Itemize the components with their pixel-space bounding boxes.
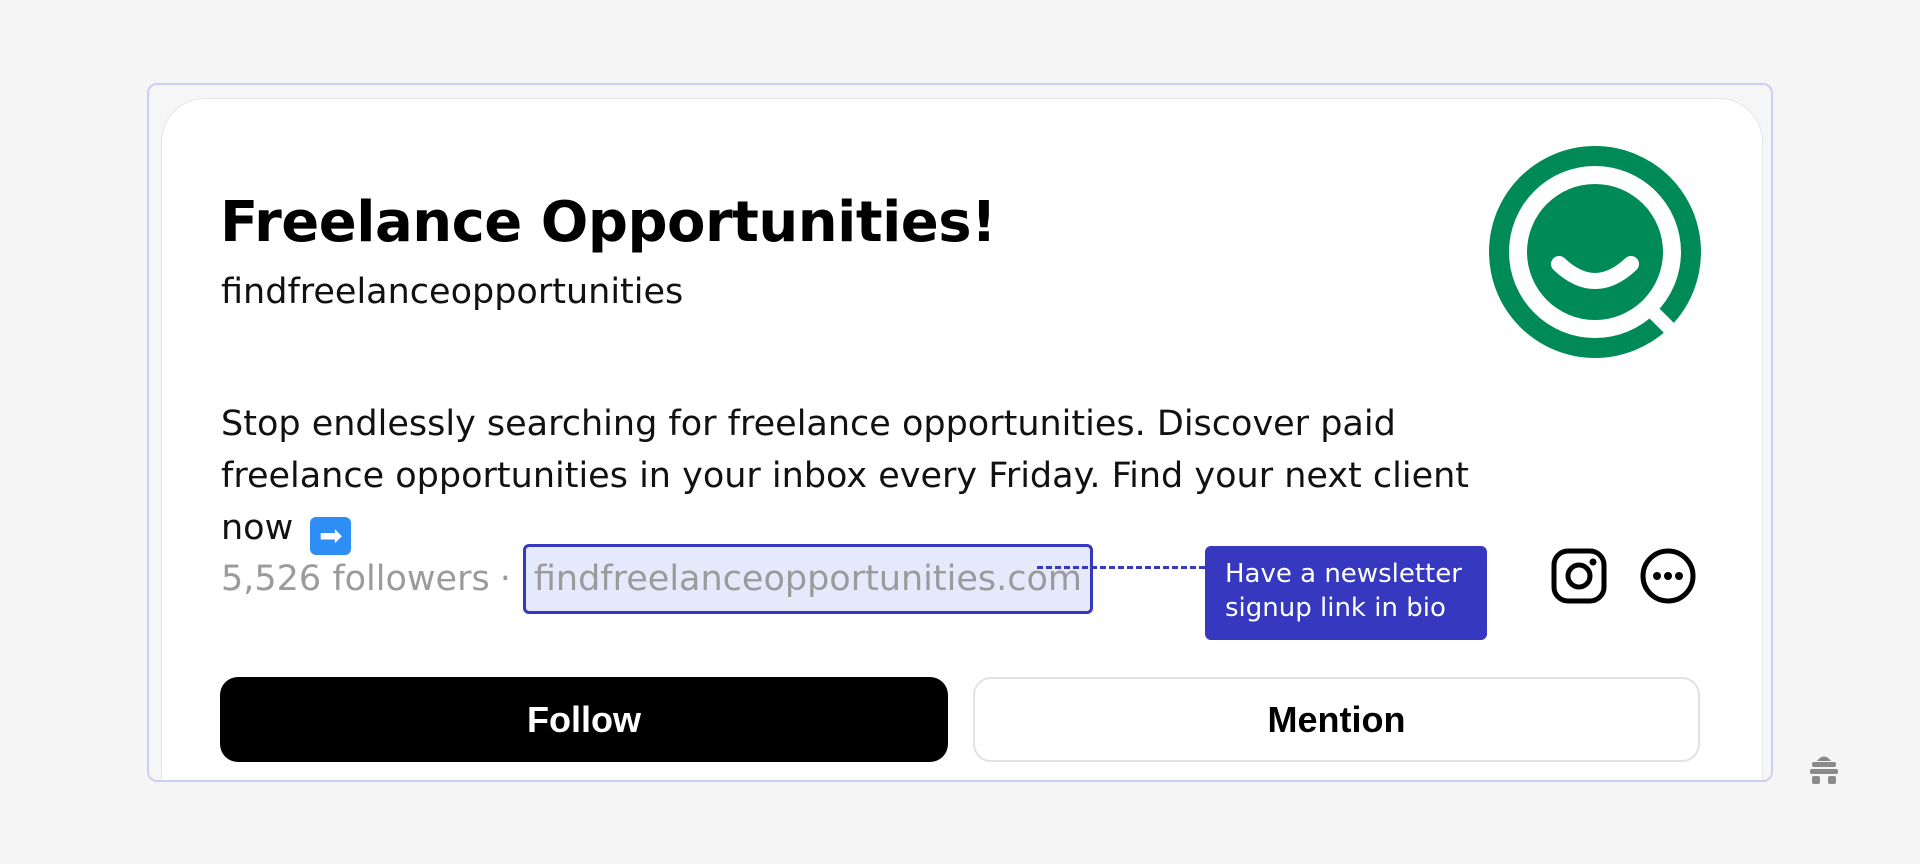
profile-bio: Stop endlessly searching for freelance o… <box>221 398 1521 555</box>
annotation-callout: Have a newsletter signup link in bio <box>1205 546 1487 640</box>
meta-separator: · <box>499 559 511 599</box>
profile-display-name: Freelance Opportunities! <box>220 190 997 255</box>
follow-button[interactable]: Follow <box>220 677 948 762</box>
mention-button[interactable]: Mention <box>973 677 1700 762</box>
profile-meta-row: 5,526 followers · findfreelanceopportuni… <box>221 544 1093 614</box>
profile-handle: findfreelanceopportunities <box>221 272 684 312</box>
followers-count[interactable]: 5,526 followers <box>221 559 490 599</box>
instagram-icon[interactable] <box>1550 547 1608 605</box>
website-link[interactable]: findfreelanceopportunities.com <box>522 544 1093 614</box>
more-options-icon[interactable] <box>1639 547 1697 605</box>
annotation-connector <box>1037 566 1205 569</box>
avatar[interactable] <box>1489 146 1701 358</box>
beehive-logo-icon <box>1810 756 1838 784</box>
right-arrow-emoji-icon: ➡ <box>310 517 352 555</box>
bio-text: Stop endlessly searching for freelance o… <box>221 404 1470 548</box>
